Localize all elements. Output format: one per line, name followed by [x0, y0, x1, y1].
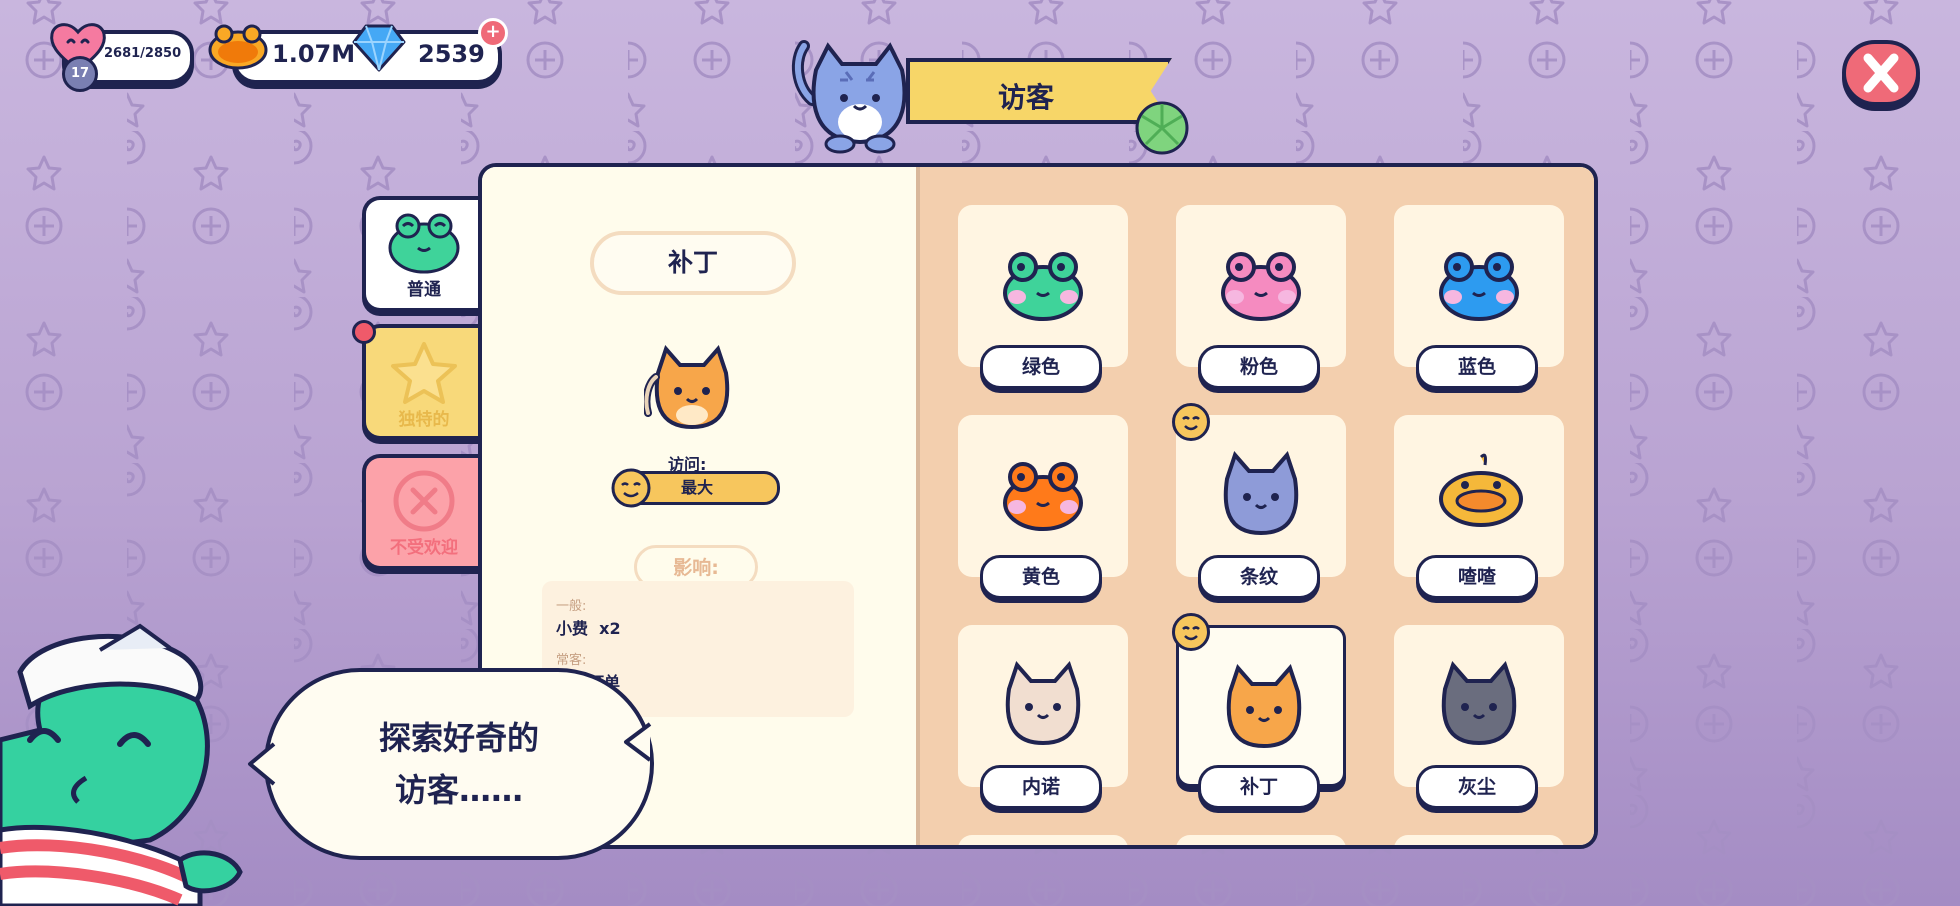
- smile-icon: [611, 468, 651, 508]
- mascot-cat-icon: [791, 40, 907, 154]
- gems-count: 2539: [418, 40, 485, 68]
- add-gems-button[interactable]: +: [478, 18, 508, 48]
- tab-normal[interactable]: 普通: [362, 196, 482, 312]
- duck-icon: [1431, 449, 1531, 537]
- orange-cat-icon: [644, 345, 730, 430]
- visitor-name-plate: 补丁: [590, 231, 796, 295]
- effect-category-general: 一般:: [556, 599, 587, 614]
- visitor-card-next-row[interactable]: [958, 835, 1128, 845]
- green-frog-icon: [388, 213, 460, 274]
- visitor-card[interactable]: [958, 625, 1128, 787]
- star-icon: [391, 342, 457, 404]
- siamese-cat-icon: [995, 659, 1091, 753]
- regular-visitor-badge: [1172, 613, 1210, 651]
- visitor-name-label: 内诺: [980, 765, 1102, 809]
- ban-icon: [393, 470, 455, 532]
- orange-cat-icon: [1216, 662, 1312, 756]
- visitor-name-label: 灰尘: [1416, 765, 1538, 809]
- tab-normal-label: 普通: [407, 280, 441, 300]
- pink-frog-icon: [1213, 239, 1309, 327]
- visitor-name-label: 黄色: [980, 555, 1102, 599]
- visitor-card[interactable]: [958, 415, 1128, 577]
- level-value: 17: [70, 66, 90, 81]
- tab-unique-label: 独特的: [398, 410, 450, 430]
- visits-value: 最大: [680, 478, 713, 497]
- visitor-name-label: 补丁: [1198, 765, 1320, 809]
- speech-line-2: 访客……: [394, 771, 523, 809]
- gray-cat-icon: [1431, 659, 1527, 753]
- orange-frog-icon: [995, 449, 1091, 537]
- visitor-card-next-row[interactable]: [1176, 835, 1346, 845]
- visitor-name-label: 粉色: [1198, 345, 1320, 389]
- effect-category-regular: 常客:: [556, 653, 587, 668]
- speech-line-1: 探索好奇的: [378, 719, 539, 757]
- visitor-grid: 绿色 粉色 蓝色 黄色 条纹 喳喳 内诺 补丁 灰尘: [920, 167, 1594, 845]
- tab-unwelcome[interactable]: 不受欢迎: [362, 454, 482, 570]
- sailor-frog-icon: [0, 623, 243, 906]
- tab-unique[interactable]: 独特的: [362, 324, 482, 440]
- visitor-card-next-row[interactable]: [1394, 835, 1564, 845]
- visitor-card[interactable]: [1176, 415, 1346, 577]
- striped-cat-icon: [1213, 449, 1309, 543]
- visitor-name-label: 蓝色: [1416, 345, 1538, 389]
- effects-title: 影响:: [673, 557, 719, 579]
- lily-pad-icon: [1135, 101, 1189, 155]
- close-button[interactable]: [1842, 40, 1920, 106]
- notification-dot: [352, 320, 376, 344]
- visitor-name-label: 绿色: [980, 345, 1102, 389]
- visitor-card[interactable]: [1394, 625, 1564, 787]
- coins-count: 1.07M: [272, 40, 356, 68]
- visitor-card[interactable]: [1394, 415, 1564, 577]
- visitor-card[interactable]: [958, 205, 1128, 367]
- visitor-name: 补丁: [667, 248, 718, 277]
- visitor-name-label: 条纹: [1198, 555, 1320, 599]
- speech-bubble: 探索好奇的 访客……: [264, 668, 654, 860]
- gem-icon: [352, 24, 406, 72]
- close-icon: [1863, 53, 1899, 93]
- green-frog-icon: [995, 239, 1091, 327]
- visitor-card[interactable]: [1176, 625, 1346, 787]
- hearts-count: 2681/2850: [104, 46, 182, 61]
- coin-frog-icon: [208, 24, 268, 70]
- visitor-name-label: 喳喳: [1416, 555, 1538, 599]
- visitor-card[interactable]: [1394, 205, 1564, 367]
- blue-frog-icon: [1431, 239, 1527, 327]
- title-text: 访客: [998, 81, 1055, 114]
- tab-unwelcome-label: 不受欢迎: [390, 538, 458, 558]
- effect-text-general: 小费 x2: [556, 619, 621, 638]
- regular-visitor-badge: [1172, 403, 1210, 441]
- visitor-card[interactable]: [1176, 205, 1346, 367]
- speech-bubble-tail: [248, 742, 276, 786]
- level-badge: 17: [62, 56, 98, 92]
- speech-bubble-notch: [624, 722, 652, 762]
